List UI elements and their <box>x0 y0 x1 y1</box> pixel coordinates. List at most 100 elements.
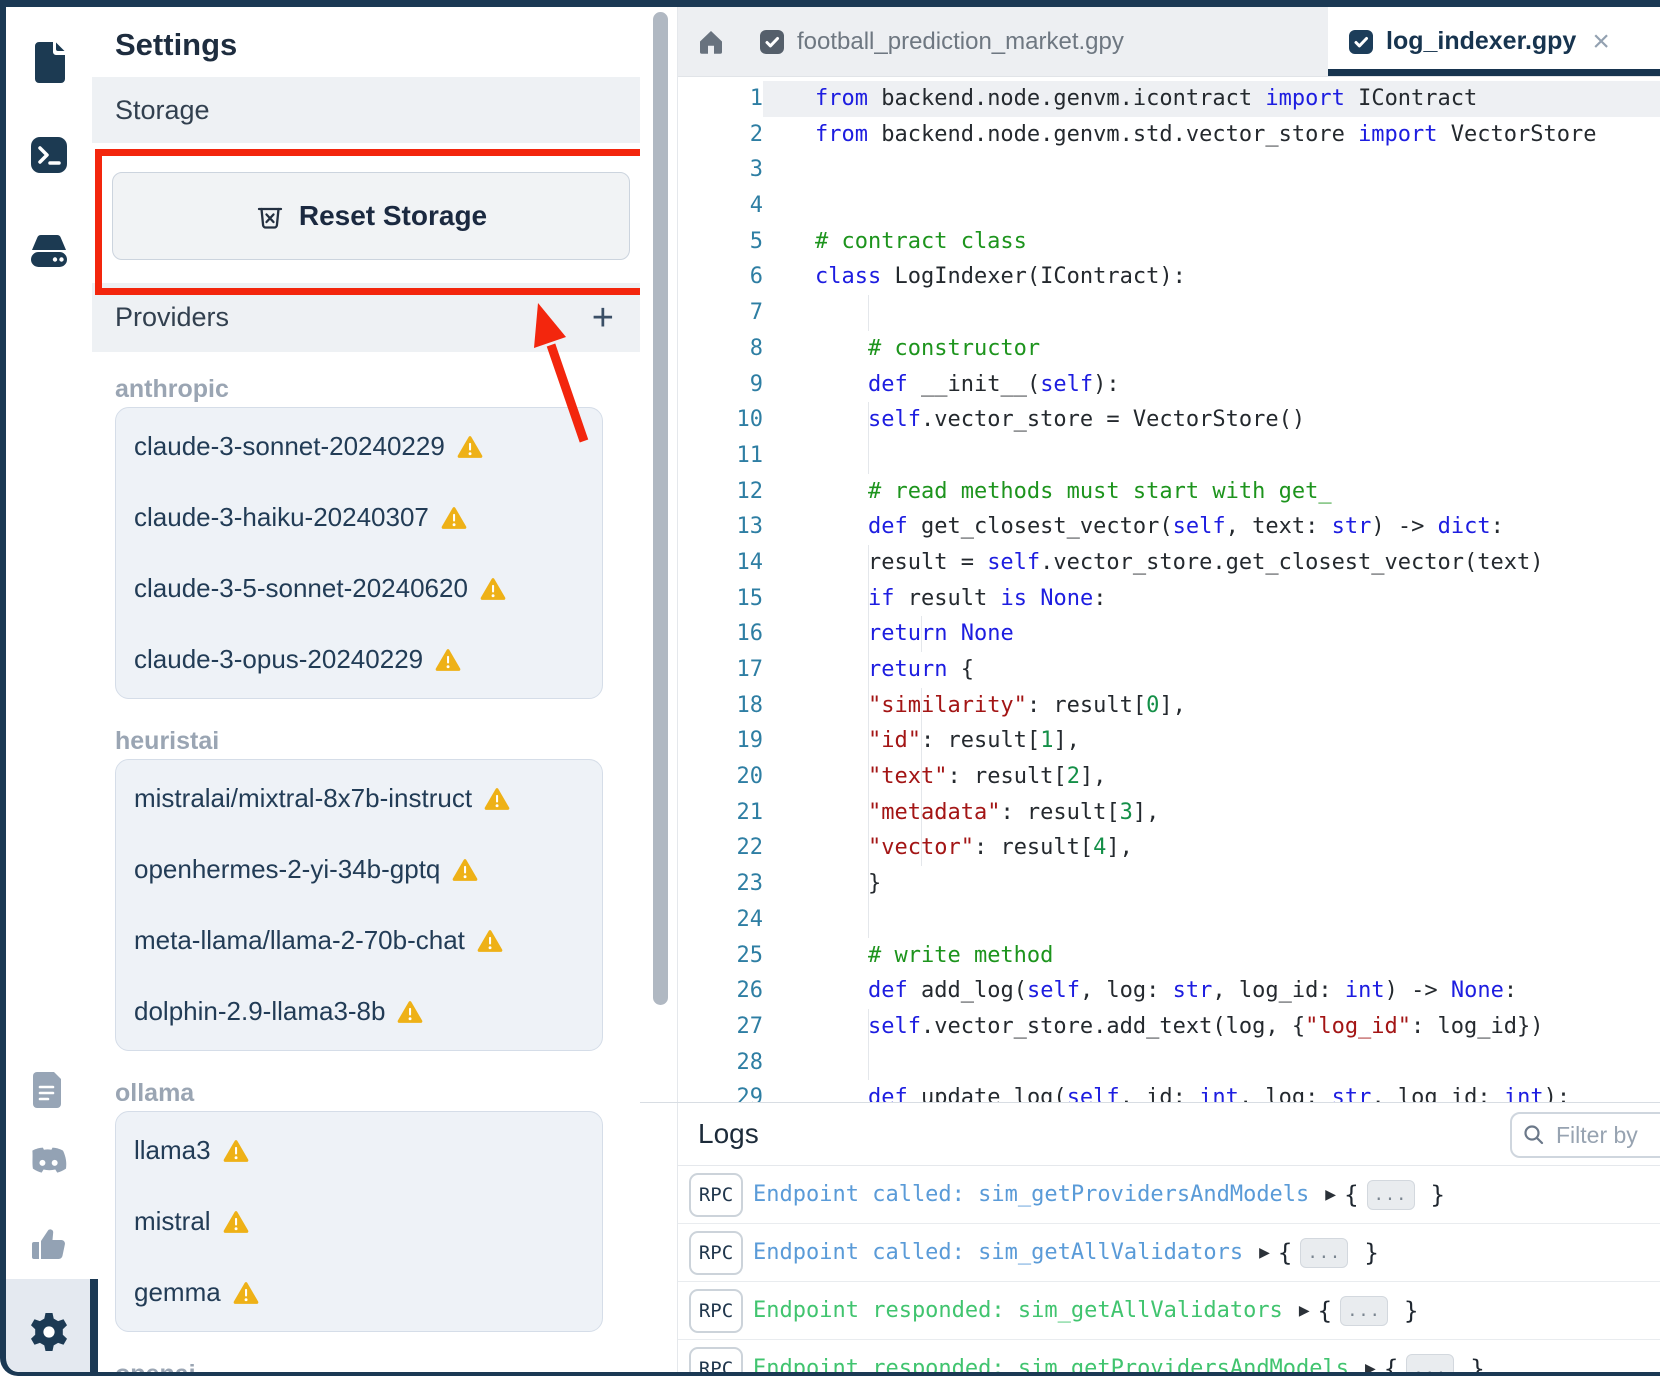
warning-icon <box>452 858 478 882</box>
home-icon <box>697 28 725 56</box>
provider-group-openai: openai <box>115 1360 640 1376</box>
tab-log-indexer[interactable]: log_indexer.gpy × <box>1328 7 1660 76</box>
json-open-brace: { <box>1318 1297 1332 1325</box>
line-number: 3 <box>678 152 763 188</box>
json-open-brace: { <box>1384 1355 1398 1376</box>
log-entry[interactable]: RPCEndpoint called: sim_getProvidersAndM… <box>678 1166 1660 1224</box>
model-item[interactable]: openhermes-2-yi-34b-gptq <box>116 834 602 905</box>
model-item[interactable]: claude-3-5-sonnet-20240620 <box>116 553 602 624</box>
sidebar-item-discord[interactable] <box>6 1145 92 1179</box>
indent-guide <box>868 1009 869 1045</box>
sidebar-item-storage[interactable] <box>6 228 92 274</box>
provider-groups: anthropicclaude-3-sonnet-20240229claude-… <box>92 375 640 1376</box>
log-entry[interactable]: RPCEndpoint responded: sim_getProvidersA… <box>678 1340 1660 1376</box>
line-number: 7 <box>678 295 763 331</box>
log-entry[interactable]: RPCEndpoint called: sim_getAllValidators… <box>678 1224 1660 1282</box>
json-close-brace: } <box>1404 1297 1418 1325</box>
line-content: # constructor <box>763 331 1660 367</box>
logs-header: Logs <box>678 1103 1660 1166</box>
provider-card: claude-3-sonnet-20240229 claude-3-haiku-2… <box>115 407 603 699</box>
code-line: 12 # read methods must start with get_ <box>678 474 1660 510</box>
model-item[interactable]: mistral <box>116 1186 602 1257</box>
home-tab-button[interactable] <box>678 7 744 76</box>
code-line: 25 # write method <box>678 938 1660 974</box>
indent-guide <box>921 759 922 795</box>
line-number: 22 <box>678 830 763 866</box>
expand-caret-icon[interactable]: ▶ <box>1299 1303 1310 1319</box>
model-name: claude-3-sonnet-20240229 <box>134 431 445 462</box>
sidebar-item-docs[interactable] <box>6 1071 92 1109</box>
code-line: 18 "similarity": result[0], <box>678 688 1660 724</box>
page-title: Settings <box>115 27 237 63</box>
line-number: 21 <box>678 795 763 831</box>
code-line: 23 } <box>678 866 1660 902</box>
model-name: claude-3-opus-20240229 <box>134 644 423 675</box>
line-number: 24 <box>678 902 763 938</box>
code-editor[interactable]: 1from backend.node.genvm.icontract impor… <box>678 76 1660 1107</box>
line-content: class LogIndexer(IContract): <box>763 259 1660 295</box>
log-json-ellipsis[interactable]: ... <box>1300 1238 1348 1268</box>
expand-caret-icon[interactable]: ▶ <box>1365 1361 1376 1376</box>
indent-guide <box>921 688 922 724</box>
code-line: 28 <box>678 1045 1660 1081</box>
model-item[interactable]: claude-3-opus-20240229 <box>116 624 602 695</box>
reset-storage-button[interactable]: Reset Storage <box>112 172 630 260</box>
contracts-file-icon <box>27 39 71 83</box>
indent-guide <box>868 295 869 331</box>
line-content: "similarity": result[0], <box>763 688 1660 724</box>
tab-football-prediction-market[interactable]: football_prediction_market.gpy <box>744 7 1328 76</box>
sidebar-item-settings[interactable] <box>6 1310 92 1354</box>
log-json-ellipsis[interactable]: ... <box>1340 1296 1388 1326</box>
code-line: 5# contract class <box>678 224 1660 260</box>
discord-icon <box>28 1145 70 1179</box>
model-item[interactable]: claude-3-sonnet-20240229 <box>116 411 602 482</box>
provider-group-label: heuristai <box>115 727 640 755</box>
warning-icon <box>435 648 461 672</box>
line-number: 13 <box>678 509 763 545</box>
warning-icon <box>223 1139 249 1163</box>
model-item[interactable]: meta-llama/llama-2-70b-chat <box>116 905 602 976</box>
json-open-brace: { <box>1344 1181 1358 1209</box>
model-item[interactable]: mistralai/mixtral-8x7b-instruct <box>116 763 602 834</box>
panel-scrollbar-thumb[interactable] <box>653 12 668 1005</box>
warning-icon <box>457 435 483 459</box>
code-line: 2from backend.node.genvm.std.vector_stor… <box>678 117 1660 153</box>
model-item[interactable]: gemma <box>116 1257 602 1328</box>
warning-icon <box>484 787 510 811</box>
model-item[interactable]: claude-3-haiku-20240307 <box>116 482 602 553</box>
log-json-ellipsis[interactable]: ... <box>1367 1180 1415 1210</box>
add-provider-button[interactable]: + <box>592 299 614 337</box>
code-line: 9 def __init__(self): <box>678 367 1660 403</box>
json-close-brace: } <box>1364 1239 1378 1267</box>
expand-caret-icon[interactable]: ▶ <box>1259 1245 1270 1261</box>
warning-icon <box>452 858 478 882</box>
model-item[interactable]: dolphin-2.9-llama3-8b <box>116 976 602 1047</box>
editor-tabbar: football_prediction_market.gpy log_index… <box>678 7 1660 77</box>
line-content: return { <box>763 652 1660 688</box>
line-number: 18 <box>678 688 763 724</box>
warning-icon <box>480 577 506 601</box>
json-open-brace: { <box>1278 1239 1292 1267</box>
trash-x-icon <box>255 201 285 231</box>
expand-caret-icon[interactable]: ▶ <box>1325 1187 1336 1203</box>
sidebar-item-terminal[interactable] <box>6 133 92 177</box>
provider-card: llama3mistralgemma <box>115 1111 603 1332</box>
logs-filter-input[interactable] <box>1554 1121 1658 1150</box>
line-content: from backend.node.genvm.std.vector_store… <box>763 117 1660 153</box>
log-json-ellipsis[interactable]: ... <box>1406 1354 1454 1376</box>
indent-guide <box>868 795 869 831</box>
line-content: "vector": result[4], <box>763 830 1660 866</box>
code-line: 17 return { <box>678 652 1660 688</box>
sidebar-item-feedback[interactable] <box>6 1227 92 1263</box>
logs-panel: Logs RPCEndpoint called: sim_getProvider… <box>678 1103 1660 1376</box>
model-item[interactable]: llama3 <box>116 1115 602 1186</box>
log-entry[interactable]: RPCEndpoint responded: sim_getAllValidat… <box>678 1282 1660 1340</box>
close-tab-icon[interactable]: × <box>1592 27 1610 57</box>
code-line: 13 def get_closest_vector(self, text: st… <box>678 509 1660 545</box>
json-close-brace: } <box>1431 1181 1445 1209</box>
indent-guide <box>868 902 869 938</box>
line-number: 2 <box>678 117 763 153</box>
model-name: mistralai/mixtral-8x7b-instruct <box>134 783 472 814</box>
log-rows: RPCEndpoint called: sim_getProvidersAndM… <box>678 1166 1660 1376</box>
sidebar-item-contracts[interactable] <box>6 39 92 83</box>
